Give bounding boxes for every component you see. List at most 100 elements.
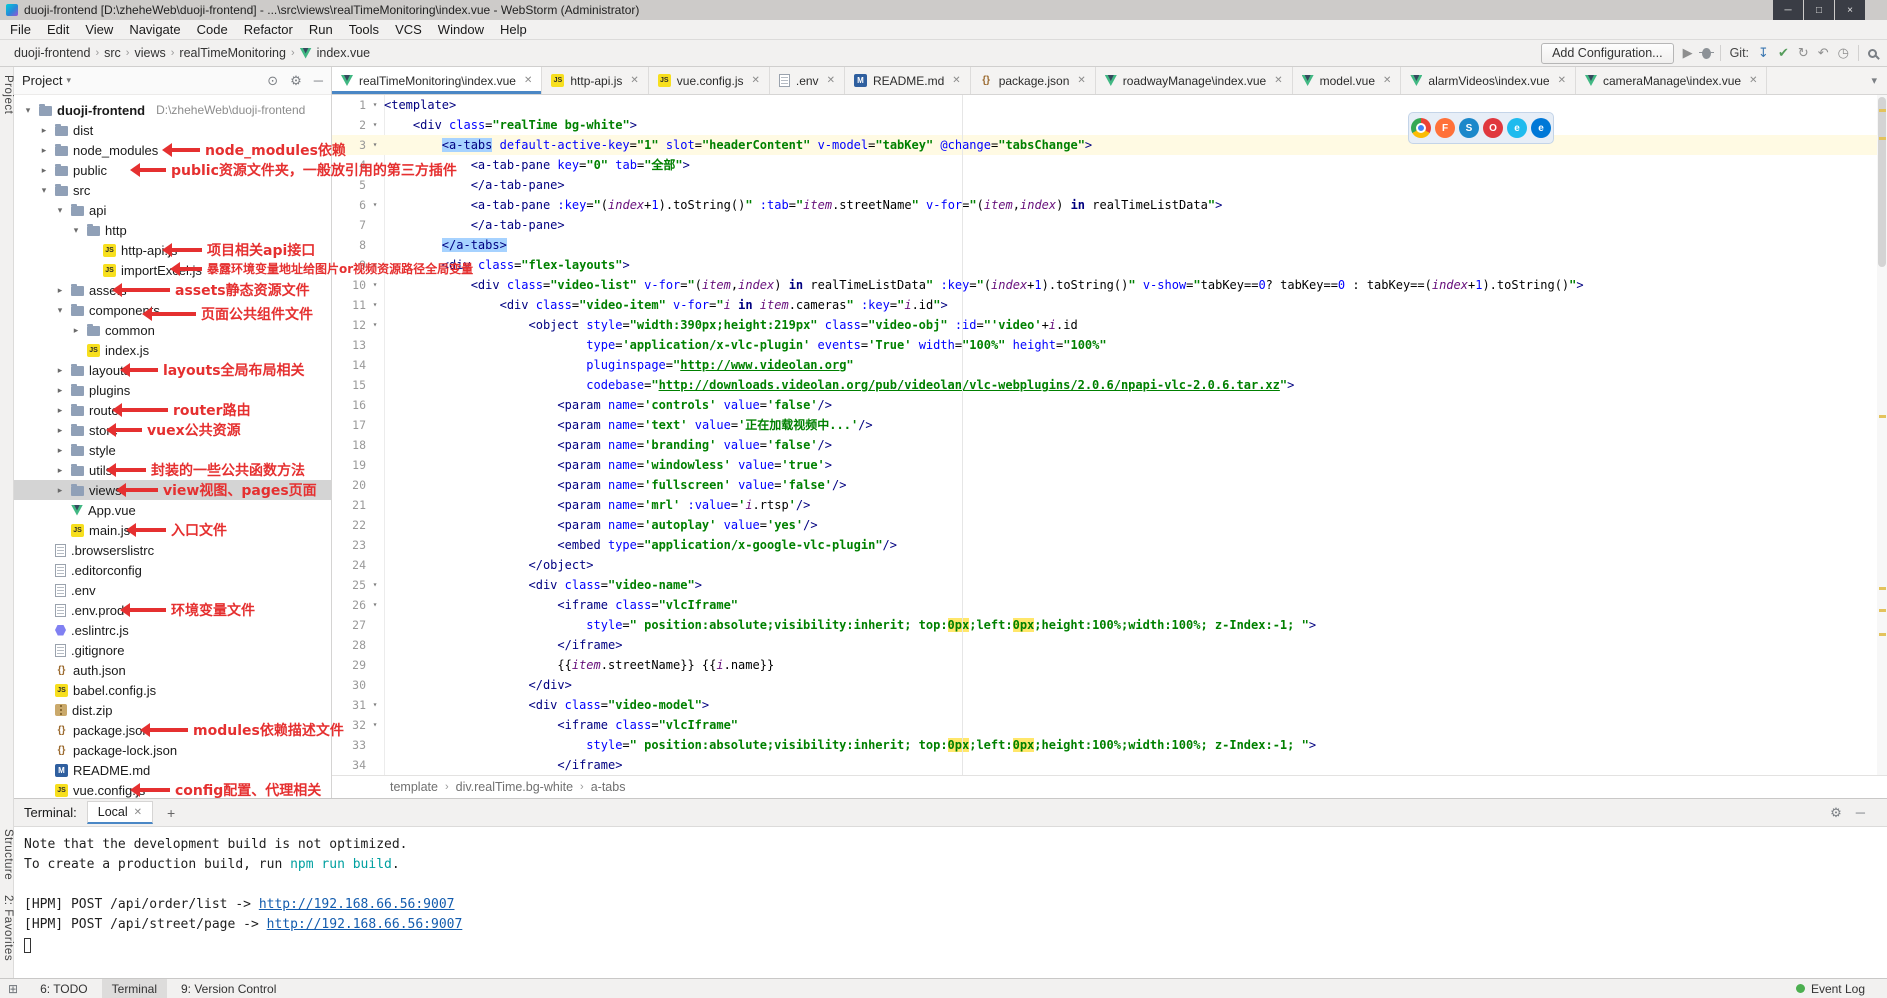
tool-stripe-structure[interactable]: Structure — [0, 829, 14, 880]
menu-view[interactable]: View — [77, 21, 121, 38]
tree-item-gitignore[interactable]: .gitignore — [14, 640, 331, 660]
status-version-control[interactable]: 9: Version Control — [171, 979, 286, 998]
tree-item-browserslistrc[interactable]: .browserslistrc — [14, 540, 331, 560]
code-line-23[interactable]: 23 <embed type="application/x-google-vlc… — [332, 535, 1877, 555]
code-line-32[interactable]: 32▾ <iframe class="vlcIframe" — [332, 715, 1877, 735]
tree-item-vue-config-js[interactable]: JSvue.config.js — [14, 780, 331, 798]
tab-roadwaymanage-index-vue[interactable]: roadwayManage\index.vue✕ — [1096, 67, 1293, 94]
tree-item-components[interactable]: ▾components — [14, 300, 331, 320]
code-line-34[interactable]: 34 </iframe> — [332, 755, 1877, 775]
code-area[interactable]: 1▾<template>2▾ <div class="realTime bg-w… — [332, 95, 1877, 775]
code-line-6[interactable]: 6▾ <a-tab-pane :key="(index+1).toString(… — [332, 195, 1877, 215]
close-icon[interactable]: ✕ — [751, 75, 759, 86]
editor-scrollbar[interactable] — [1877, 95, 1887, 775]
git-update-icon[interactable]: ↧ — [1758, 45, 1769, 61]
tree-item-public[interactable]: ▸public — [14, 160, 331, 180]
fold-icon[interactable]: ▾ — [366, 135, 384, 155]
search-everywhere-icon[interactable] — [1868, 49, 1877, 58]
chevron-down-icon[interactable]: ▾ — [66, 75, 71, 86]
editor-breadcrumb-a-tabs[interactable]: a-tabs — [591, 780, 626, 794]
code-line-18[interactable]: 18 <param name='branding' value='false'/… — [332, 435, 1877, 455]
gear-icon[interactable]: ⚙ — [290, 73, 302, 89]
code-line-14[interactable]: 14 pluginspage="http://www.videolan.org" — [332, 355, 1877, 375]
close-icon[interactable]: ✕ — [1077, 75, 1085, 86]
code-line-20[interactable]: 20 <param name='fullscreen' value='false… — [332, 475, 1877, 495]
breadcrumb-realtimemonitoring[interactable]: realTimeMonitoring — [179, 46, 286, 60]
menu-help[interactable]: Help — [492, 21, 535, 38]
run-icon[interactable]: ▶ — [1683, 45, 1693, 61]
chevron-down-icon[interactable]: ▾ — [54, 305, 66, 316]
menu-refactor[interactable]: Refactor — [236, 21, 301, 38]
ie-browser-icon[interactable]: e — [1507, 118, 1527, 138]
code-line-11[interactable]: 11▾ <div class="video-item" v-for="i in … — [332, 295, 1877, 315]
menu-run[interactable]: Run — [301, 21, 341, 38]
terminal-tab-local[interactable]: Local ✕ — [87, 801, 153, 824]
tree-item-style[interactable]: ▸style — [14, 440, 331, 460]
close-icon[interactable]: ✕ — [1558, 75, 1566, 86]
tree-item-plugins[interactable]: ▸plugins — [14, 380, 331, 400]
code-line-30[interactable]: 30 </div> — [332, 675, 1877, 695]
status-terminal[interactable]: Terminal — [102, 979, 167, 998]
git-commit-icon[interactable]: ✔ — [1778, 45, 1789, 61]
close-icon[interactable]: ✕ — [827, 75, 835, 86]
close-icon[interactable]: ✕ — [952, 75, 960, 86]
tool-stripe-project[interactable]: Project — [0, 75, 14, 114]
menu-code[interactable]: Code — [189, 21, 236, 38]
hidden-tabs-icon[interactable]: ▾ — [1861, 67, 1887, 94]
hide-panel-icon[interactable]: ─ — [314, 73, 323, 89]
chevron-right-icon[interactable]: ▸ — [54, 385, 66, 396]
tree-item-importexcel-js[interactable]: JSimportExcel.js — [14, 260, 331, 280]
tab-cameramanage-index-vue[interactable]: cameraManage\index.vue✕ — [1576, 67, 1767, 94]
code-line-29[interactable]: 29 {{item.streetName}} {{i.name}} — [332, 655, 1877, 675]
fold-icon[interactable]: ▾ — [366, 115, 384, 135]
tab-http-api-js[interactable]: JShttp-api.js✕ — [542, 67, 648, 94]
code-line-19[interactable]: 19 <param name='windowless' value='true'… — [332, 455, 1877, 475]
tab-package-json[interactable]: {}package.json✕ — [971, 67, 1096, 94]
status-todo[interactable]: 6: TODO — [30, 979, 98, 998]
fold-icon[interactable]: ▾ — [366, 295, 384, 315]
fold-icon[interactable]: ▾ — [366, 715, 384, 735]
breadcrumb-index-vue[interactable]: index.vue — [317, 46, 371, 60]
debug-icon[interactable] — [1702, 48, 1711, 59]
code-line-26[interactable]: 26▾ <iframe class="vlcIframe" — [332, 595, 1877, 615]
chevron-right-icon[interactable]: ▸ — [54, 365, 66, 376]
chevron-right-icon[interactable]: ▸ — [38, 125, 50, 136]
code-line-15[interactable]: 15 codebase="http://downloads.videolan.o… — [332, 375, 1877, 395]
tree-item-env[interactable]: .env — [14, 580, 331, 600]
tool-stripe-favorites[interactable]: 2: Favorites — [0, 895, 14, 961]
code-line-33[interactable]: 33 style=" position:absolute;visibility:… — [332, 735, 1877, 755]
code-line-8[interactable]: 8 </a-tabs> — [332, 235, 1877, 255]
close-icon[interactable]: ✕ — [524, 75, 532, 86]
git-refresh-icon[interactable]: ↻ — [1798, 45, 1809, 61]
code-line-22[interactable]: 22 <param name='autoplay' value='yes'/> — [332, 515, 1877, 535]
tree-item-http-api-js[interactable]: JShttp-api.js — [14, 240, 331, 260]
fold-icon[interactable]: ▾ — [366, 575, 384, 595]
breadcrumb-views[interactable]: views — [134, 46, 165, 60]
breadcrumb-src[interactable]: src — [104, 46, 121, 60]
menu-window[interactable]: Window — [430, 21, 492, 38]
project-panel-title[interactable]: Project — [22, 73, 62, 88]
chevron-right-icon[interactable]: ▸ — [38, 145, 50, 156]
chevron-right-icon[interactable]: ▸ — [54, 465, 66, 476]
chevron-right-icon[interactable]: ▸ — [54, 285, 66, 296]
menu-vcs[interactable]: VCS — [387, 21, 430, 38]
editor-breadcrumb-div-realtime-bg-white[interactable]: div.realTime.bg-white — [456, 780, 573, 794]
safari-browser-icon[interactable]: S — [1459, 118, 1479, 138]
editor-breadcrumb-template[interactable]: template — [390, 780, 438, 794]
chevron-down-icon[interactable]: ▾ — [70, 225, 82, 236]
tree-item-dist[interactable]: ▸dist — [14, 120, 331, 140]
code-line-27[interactable]: 27 style=" position:absolute;visibility:… — [332, 615, 1877, 635]
code-line-31[interactable]: 31▾ <div class="video-model"> — [332, 695, 1877, 715]
git-rollback-icon[interactable]: ↶ — [1818, 45, 1829, 61]
chevron-right-icon[interactable]: ▸ — [54, 405, 66, 416]
status-event-log[interactable]: Event Log — [1811, 982, 1865, 996]
breadcrumb-duoji-frontend[interactable]: duoji-frontend — [14, 46, 90, 60]
tree-item-node-modules[interactable]: ▸node_modules — [14, 140, 331, 160]
terminal-settings-gear-icon[interactable]: ⚙ — [1830, 805, 1842, 821]
edge-browser-icon[interactable]: e — [1531, 118, 1551, 138]
fold-icon[interactable]: ▾ — [366, 95, 384, 115]
menu-file[interactable]: File — [2, 21, 39, 38]
close-button[interactable]: × — [1835, 0, 1865, 20]
tree-item-babel-config-js[interactable]: JSbabel.config.js — [14, 680, 331, 700]
chevron-right-icon[interactable]: ▸ — [54, 485, 66, 496]
